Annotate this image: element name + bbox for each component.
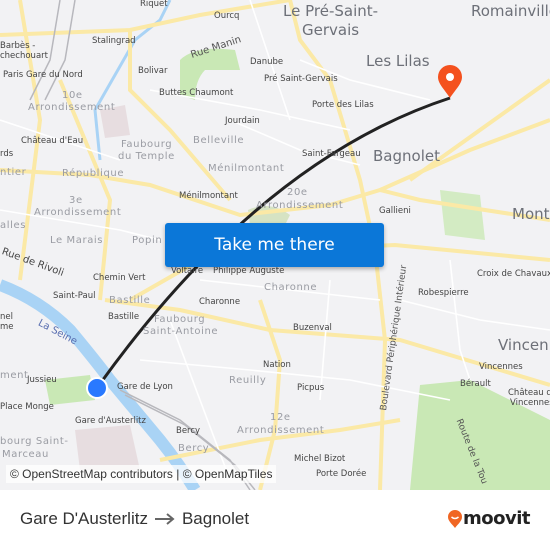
- district-label: Popin: [132, 235, 163, 246]
- map-label: Château d'Eau: [21, 136, 84, 146]
- map-label: Saint-Paul: [53, 291, 96, 301]
- map-label: Place Monge: [0, 402, 54, 412]
- map-label: Pré Saint-Gervais: [264, 74, 338, 84]
- city-label: Le Pré-Saint-: [283, 2, 379, 20]
- district-label: bourg Saint-: [0, 436, 69, 447]
- map-label: Gare d'Austerlitz: [75, 416, 146, 426]
- district-label: ntier: [0, 167, 27, 178]
- map-label: Bastille: [108, 312, 140, 322]
- district-label: Charonne: [264, 282, 318, 293]
- district-label: Arrondissement: [256, 200, 344, 211]
- map-label: Charonne: [199, 297, 241, 307]
- district-label: 10e: [62, 90, 83, 101]
- city-label: Bagnolet: [373, 147, 440, 165]
- moovit-wordmark: moovit: [463, 508, 531, 529]
- map-label: Porte Dorée: [316, 469, 367, 479]
- map-label: Picpus: [297, 383, 325, 393]
- district-label: Faubourg: [121, 139, 173, 150]
- map-label: rds: [0, 149, 14, 159]
- district-label: 3e: [69, 195, 83, 206]
- city-label: Gervais: [302, 21, 360, 39]
- map-label: Saint-Fargeau: [302, 149, 361, 159]
- map-label: Vincennes: [510, 398, 550, 408]
- map-label: Bolivar: [138, 66, 168, 76]
- map-label: Bérault: [460, 379, 491, 389]
- district-label: République: [62, 168, 125, 179]
- map-label: Philippe Auguste: [213, 266, 285, 276]
- district-label: Arrondissement: [237, 425, 325, 436]
- map-label: Michel Bizot: [294, 454, 346, 464]
- district-label: du Temple: [118, 151, 175, 162]
- map-label: Chemin Vert: [93, 273, 146, 283]
- map-label: chechouart: [0, 51, 48, 61]
- map-attribution[interactable]: © OpenStreetMap contributors | © OpenMap…: [6, 465, 277, 483]
- map-label: Barbès -: [0, 41, 36, 51]
- city-label: Romainville: [471, 2, 550, 20]
- map-label: Voltaire: [171, 266, 204, 276]
- city-label: Les Lilas: [366, 52, 430, 70]
- route-summary: Gare D'Austerlitz Bagnolet: [20, 509, 249, 529]
- district-label: Marceau: [2, 449, 49, 460]
- district-label: Bastille: [109, 295, 151, 306]
- map-label: Jussieu: [27, 375, 57, 385]
- map-label: Croix de Chavaux: [477, 269, 550, 279]
- map-label: Gallieni: [379, 206, 411, 216]
- district-label: 20e: [287, 187, 308, 198]
- district-label: alles: [0, 220, 27, 231]
- map-label: Bercy: [176, 426, 201, 436]
- block-salpetriere: [75, 425, 140, 470]
- district-label: Arrondissement: [28, 102, 116, 113]
- district-label: Belleville: [193, 135, 245, 146]
- district-label: 12e: [270, 412, 291, 423]
- district-label: ment: [0, 370, 29, 381]
- map-label: Ménilmontant: [179, 191, 238, 201]
- park-montreuil: [440, 190, 485, 240]
- map-label: Château de: [508, 388, 550, 398]
- district-label: Reuilly: [229, 375, 267, 386]
- destination-name: Bagnolet: [181, 509, 250, 528]
- district-label: Bercy: [178, 443, 210, 454]
- take-me-there-button[interactable]: Take me there: [165, 223, 384, 267]
- city-label: Vincenn: [498, 336, 550, 354]
- map-label: Buzenval: [293, 323, 332, 333]
- map-label: nel: [0, 312, 13, 322]
- arrow-right-icon: [154, 513, 175, 525]
- moovit-logo[interactable]: moovit: [447, 508, 531, 529]
- origin-name: Gare D'Austerlitz: [20, 509, 148, 528]
- map-label: Danube: [250, 57, 284, 67]
- map-label: me: [0, 322, 14, 332]
- map-label: Porte des Lilas: [312, 100, 374, 110]
- district-label: Faubourg: [154, 314, 206, 325]
- district-label: Ménilmontant: [208, 163, 285, 174]
- map-label: Gare de Lyon: [117, 382, 173, 392]
- map-label: Robespierre: [418, 288, 469, 298]
- map-label: Stalingrad: [92, 36, 136, 46]
- map-label: Ourcq: [214, 11, 240, 21]
- district-label: Arrondissement: [34, 207, 122, 218]
- origin-dot-icon[interactable]: [86, 377, 108, 399]
- map-view[interactable]: Riquet Ourcq Stalingrad Rue Manin Barbès…: [0, 0, 550, 490]
- city-label: Montr: [512, 205, 550, 223]
- moovit-pin-icon: [448, 509, 462, 528]
- district-label: Saint-Antoine: [143, 326, 219, 337]
- map-label: Paris Gare du Nord: [3, 70, 83, 80]
- map-label: Vincennes: [479, 362, 523, 372]
- footer-bar: Gare D'Austerlitz Bagnolet moovit: [0, 490, 550, 550]
- map-label: Riquet: [140, 0, 168, 9]
- destination-pin-icon[interactable]: [438, 65, 462, 98]
- map-label: Buttes Chaumont: [159, 88, 234, 98]
- map-label: Nation: [263, 360, 291, 370]
- district-label: Le Marais: [50, 235, 104, 246]
- map-label: Jourdain: [225, 116, 260, 126]
